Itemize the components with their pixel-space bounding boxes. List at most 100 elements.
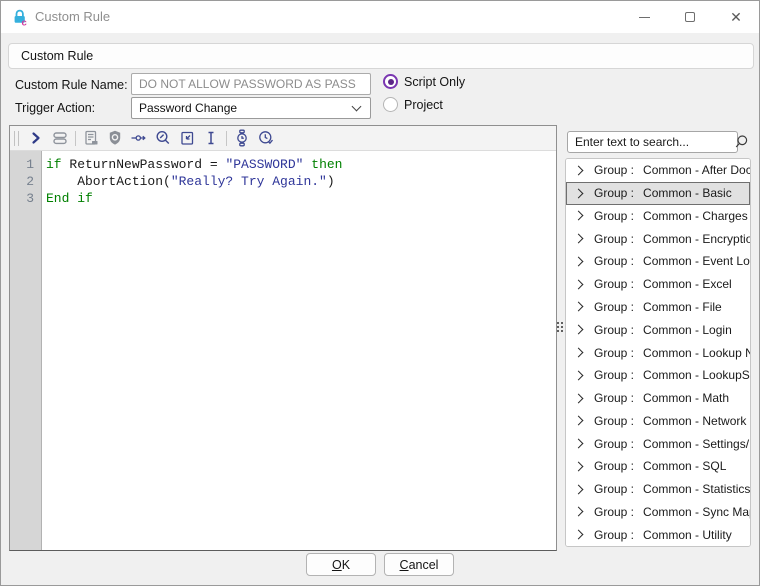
text-cursor-icon[interactable] (202, 129, 220, 147)
search-box[interactable] (567, 131, 738, 153)
custom-rule-dialog: c Custom Rule ✕ Custom Rule Custom Rule … (0, 0, 760, 586)
group-prefix: Group : (594, 505, 634, 519)
chevron-right-icon (574, 302, 584, 312)
chevron-down-icon (352, 101, 362, 111)
lock-app-icon: c (11, 8, 29, 26)
chevron-right-icon (574, 256, 584, 266)
group-list-item[interactable]: Group :Common - Statistics (566, 478, 750, 501)
code-lines[interactable]: if ReturnNewPassword = "PASSWORD" then A… (42, 151, 556, 550)
gutter-numbers: 123 (10, 151, 42, 550)
group-prefix: Group : (594, 437, 634, 451)
group-name: Common - SQL (643, 459, 726, 473)
cancel-button[interactable]: Cancel (384, 553, 454, 576)
group-name: Common - LookupSp (643, 368, 750, 382)
search-input[interactable] (568, 135, 732, 149)
group-list-item[interactable]: Group :Common - LookupSp (566, 364, 750, 387)
stopwatch-icon[interactable] (233, 129, 251, 147)
group-prefix: Group : (594, 232, 634, 246)
group-list-item[interactable]: Group :Common - Login (566, 318, 750, 341)
trigger-action-value: Password Change (139, 101, 237, 115)
script-document-icon[interactable] (82, 129, 100, 147)
minimize-button[interactable] (621, 1, 667, 33)
ok-button[interactable]: OK (306, 553, 376, 576)
script-editor-panel: 123 if ReturnNewPassword = "PASSWORD" th… (9, 125, 557, 551)
group-list-item[interactable]: Group : Common - Utility (566, 523, 750, 546)
radio-script-only[interactable]: Script Only (383, 74, 465, 89)
group-prefix: Group : (594, 459, 634, 473)
clock-check-icon[interactable] (257, 129, 275, 147)
group-prefix: Group : (594, 277, 634, 291)
group-name: Common - Math (643, 391, 729, 405)
toolbar-grip[interactable] (14, 131, 19, 146)
expand-chevron-icon[interactable] (27, 129, 45, 147)
close-button[interactable]: ✕ (713, 1, 759, 33)
search-code-icon[interactable] (154, 129, 172, 147)
group-prefix: Group : (594, 300, 634, 314)
editor-toolbar (10, 126, 556, 151)
goto-box-icon[interactable] (178, 129, 196, 147)
code-line[interactable]: if ReturnNewPassword = "PASSWORD" then (46, 156, 556, 173)
chevron-right-icon (574, 370, 584, 380)
group-name: Common - Excel (643, 277, 732, 291)
shield-icon[interactable] (106, 129, 124, 147)
chevron-right-icon (574, 325, 584, 335)
group-list-item[interactable]: Group :Common - Sync Map (566, 500, 750, 523)
splitter-handle[interactable] (556, 322, 564, 332)
code-editor[interactable]: 123 if ReturnNewPassword = "PASSWORD" th… (10, 151, 556, 550)
custom-rule-name-label: Custom Rule Name: (15, 78, 128, 92)
tab-label: Custom Rule (21, 49, 93, 63)
group-list-item[interactable]: Group : Common - Encryption (566, 227, 750, 250)
trigger-action-dropdown[interactable]: Password Change (131, 97, 371, 119)
chevron-right-icon (574, 461, 584, 471)
group-name: Common - Lookup N (643, 346, 750, 360)
group-name: Common - Basic (643, 186, 732, 200)
window-controls: ✕ (621, 1, 759, 33)
chevron-right-icon (574, 165, 584, 175)
group-list[interactable]: Group :Common - After DocuGroup :Common … (565, 158, 751, 547)
chevron-right-icon (574, 416, 584, 426)
maximize-icon (685, 12, 695, 22)
wire-step-icon[interactable] (130, 129, 148, 147)
maximize-button[interactable] (667, 1, 713, 33)
group-prefix: Group : (594, 482, 634, 496)
search-icon[interactable] (732, 133, 750, 151)
group-name: Common - Utility (643, 528, 732, 542)
titlebar: c Custom Rule ✕ (1, 1, 759, 33)
group-list-item[interactable]: Group :Common - Network (566, 409, 750, 432)
radio-script-only-label: Script Only (404, 75, 465, 89)
chevron-right-icon (574, 439, 584, 449)
group-prefix: Group : (594, 186, 634, 200)
radio-script-only-circle[interactable] (383, 74, 398, 89)
radio-project-circle[interactable] (383, 97, 398, 112)
group-prefix: Group : (594, 414, 634, 428)
chevron-right-icon (574, 279, 584, 289)
group-name: Common - Encryption (643, 232, 750, 246)
code-line[interactable]: End if (46, 190, 556, 207)
group-list-item[interactable]: Group :Common - Math (566, 387, 750, 410)
line-number: 3 (10, 190, 41, 207)
group-name: Common - Settings/R (643, 437, 750, 451)
radio-project[interactable]: Project (383, 97, 443, 112)
group-list-item[interactable]: Group : Common - SQL (566, 455, 750, 478)
group-list-item[interactable]: Group : Common - Excel (566, 273, 750, 296)
tab-custom-rule[interactable]: Custom Rule (8, 43, 754, 69)
chevron-right-icon (574, 348, 584, 358)
group-list-item[interactable]: Group : Common - Basic (566, 182, 750, 205)
group-prefix: Group : (594, 254, 634, 268)
group-name: Common - Login (643, 323, 732, 337)
group-list-item[interactable]: Group :Common - Lookup N (566, 341, 750, 364)
group-list-item[interactable]: Group : Common - Settings/R (566, 432, 750, 455)
group-name: Common - Event Log (643, 254, 750, 268)
group-prefix: Group : (594, 528, 634, 542)
custom-rule-name-input[interactable] (131, 73, 371, 95)
group-list-item[interactable]: Group : Common - Event Log (566, 250, 750, 273)
code-line[interactable]: AbortAction("Really? Try Again.") (46, 173, 556, 190)
group-list-item[interactable]: Group :Common - File (566, 296, 750, 319)
chevron-right-icon (574, 530, 584, 540)
group-list-item[interactable]: Group :Common - Charges (566, 205, 750, 228)
group-name: Common - Charges (643, 209, 748, 223)
line-number: 2 (10, 173, 41, 190)
group-list-item[interactable]: Group :Common - After Docu (566, 159, 750, 182)
group-prefix: Group : (594, 163, 634, 177)
rows-icon[interactable] (51, 129, 69, 147)
